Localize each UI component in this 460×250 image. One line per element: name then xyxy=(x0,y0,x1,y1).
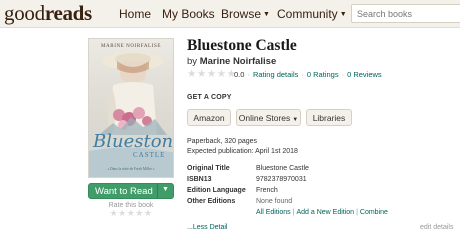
amazon-button[interactable]: Amazon xyxy=(187,109,231,126)
search-input[interactable]: Search books xyxy=(351,4,460,23)
detail-label-other-editions: Other Editions xyxy=(187,198,236,205)
detail-value-other-editions: None found xyxy=(256,198,293,205)
nav-browse-label: Browse xyxy=(221,7,262,21)
online-stores-button[interactable]: Online Stores ▼ xyxy=(236,109,301,126)
average-rating-stars: ★★★★★ xyxy=(187,68,237,80)
edit-details-link[interactable]: edit details xyxy=(420,224,453,231)
browse-chevron-down-icon: ▼ xyxy=(263,11,270,19)
cover-series-text: « Dans la série de Fresh Miller » xyxy=(107,167,155,171)
cover-author-text: MARINE NOIRFALISE xyxy=(101,44,161,49)
want-to-read-label: Want to Read xyxy=(95,186,153,197)
top-navigation-bar: goodreads Home My Books Browse ▼ Communit… xyxy=(0,0,460,28)
detail-value-isbn13: 9782378970031 xyxy=(256,176,307,183)
detail-label-isbn13: ISBN13 xyxy=(187,176,212,183)
book-title: Bluestone Castle xyxy=(187,37,297,54)
all-editions-link[interactable]: All Editions xyxy=(256,209,291,216)
online-stores-label: Online Stores xyxy=(238,113,291,123)
nav-browse[interactable]: Browse ▼ xyxy=(221,7,270,21)
link-separator: | xyxy=(292,209,295,216)
average-rating-value: 0.0 xyxy=(234,70,245,79)
get-a-copy-heading: GET A COPY xyxy=(187,94,232,101)
nav-community[interactable]: Community ▼ xyxy=(277,7,347,21)
combine-link[interactable]: Combine xyxy=(360,209,388,216)
want-to-read-button[interactable]: Want to Read ▼ xyxy=(88,183,174,199)
edition-links: All Editions | Add a New Edition | Combine xyxy=(256,209,388,216)
book-cover[interactable]: MARINE NOIRFALISE Bluestone CASTLE « Dan… xyxy=(88,38,174,178)
expected-publication-info: Expected publication: April 1st 2018 xyxy=(187,148,298,155)
cover-title-text: Bluestone xyxy=(93,131,174,152)
less-detail-link[interactable]: ...Less Detail xyxy=(187,224,227,231)
want-to-read-divider xyxy=(157,184,158,198)
add-new-edition-link[interactable]: Add a New Edition xyxy=(296,209,354,216)
nav-my-books[interactable]: My Books xyxy=(162,7,215,21)
logo-bold-part: reads xyxy=(44,1,92,25)
detail-label-original-title: Original Title xyxy=(187,165,230,172)
community-chevron-down-icon: ▼ xyxy=(339,11,347,19)
separator-dot: · xyxy=(247,70,250,79)
link-separator: | xyxy=(356,209,358,216)
logo-light-part: good xyxy=(4,1,45,25)
author-line: by Marine Noirfalise xyxy=(187,56,276,67)
cover-subtitle-text: CASTLE xyxy=(133,151,166,159)
by-prefix: by xyxy=(187,56,198,67)
libraries-button[interactable]: Libraries xyxy=(306,109,352,126)
separator-dot: · xyxy=(341,70,345,79)
shelf-chevron-down-icon[interactable]: ▼ xyxy=(162,186,169,193)
nav-home[interactable]: Home xyxy=(119,7,151,21)
rating-details-link[interactable]: Rating details xyxy=(253,70,298,79)
ratings-count-link[interactable]: 0 Ratings xyxy=(307,70,339,79)
rate-stars-input[interactable]: ★★★★★ xyxy=(88,208,174,219)
online-stores-chevron-down-icon: ▼ xyxy=(292,117,299,123)
nav-community-label: Community xyxy=(277,7,338,21)
reviews-count-link[interactable]: 0 Reviews xyxy=(347,70,382,79)
detail-label-edition-language: Edition Language xyxy=(187,187,246,194)
detail-value-original-title: Bluestone Castle xyxy=(256,165,309,172)
detail-value-edition-language: French xyxy=(256,187,278,194)
goodreads-logo[interactable]: goodreads xyxy=(4,2,92,24)
separator-dot: · xyxy=(301,70,304,79)
author-link[interactable]: Marine Noirfalise xyxy=(200,56,277,67)
rating-summary: 0.0 · Rating details · 0 Ratings · 0 Reviews xyxy=(234,70,382,79)
format-info: Paperback, 320 pages xyxy=(187,138,258,145)
